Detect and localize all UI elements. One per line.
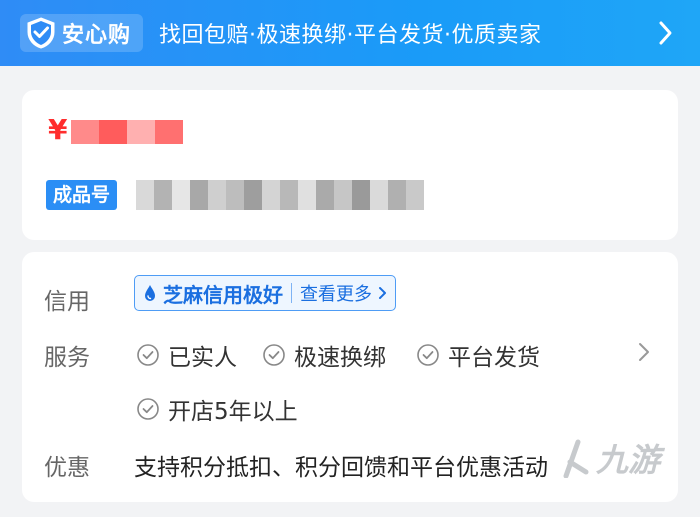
check-circle-icon [137, 344, 159, 366]
service-item: 已实人 [136, 338, 237, 372]
watermark-logo-icon [563, 439, 589, 478]
shield-check-icon [27, 17, 55, 49]
credit-label: 信用 [44, 289, 90, 315]
check-circle-icon [137, 398, 159, 420]
credit-rating: 芝麻信用极好 [163, 282, 283, 307]
service-item: 极速换绑 [262, 338, 386, 372]
sku-blurred-id [136, 180, 424, 210]
check-circle-icon [263, 344, 285, 366]
promo-text: 支持积分抵扣、积分回馈和平台优惠活动 [134, 455, 548, 481]
chevron-right-icon[interactable] [638, 342, 650, 362]
banner-slogan: 找回包赔·极速换绑·平台发货·优质卖家 [159, 23, 542, 48]
promo-label: 优惠 [44, 455, 90, 481]
service-item: 平台发货 [416, 338, 540, 372]
chevron-right-icon [379, 287, 386, 299]
service-text: 开店5年以上 [168, 399, 298, 425]
watermark-text: 九游 [595, 441, 660, 479]
divider [291, 283, 292, 303]
water-drop-icon [145, 285, 155, 301]
service-text: 平台发货 [448, 345, 540, 371]
service-text: 已实人 [168, 345, 237, 371]
assurance-badge: 安心购 [20, 14, 144, 52]
price: ¥ [48, 112, 184, 148]
assurance-banner[interactable]: 安心购 找回包赔·极速换绑·平台发货·优质卖家 [0, 0, 700, 66]
credit-badge[interactable]: 芝麻信用极好 查看更多 [134, 275, 396, 311]
currency-symbol: ¥ [48, 113, 68, 146]
sku-tag: 成品号 [46, 180, 118, 210]
price-blurred-value [71, 120, 184, 144]
view-more-link[interactable]: 查看更多 [300, 280, 372, 306]
badge-label: 安心购 [62, 23, 132, 48]
check-circle-icon [417, 344, 439, 366]
service-label: 服务 [44, 345, 90, 371]
service-item: 开店5年以上 [136, 392, 298, 426]
product-card: ¥ 成品号 [22, 90, 678, 240]
watermark: 九游 [558, 435, 660, 481]
chevron-right-icon[interactable] [658, 19, 674, 47]
service-text: 极速换绑 [294, 345, 386, 371]
